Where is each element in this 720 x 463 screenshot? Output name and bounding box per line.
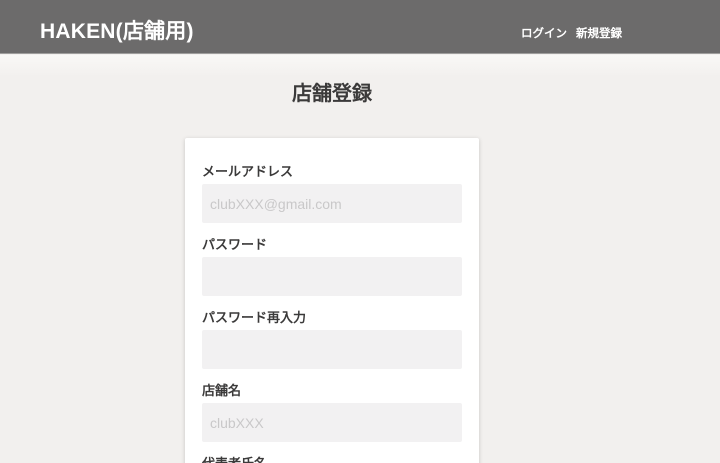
field-password: パスワード [202,237,462,296]
header-nav: ログイン 新規登録 [521,28,622,41]
password-input[interactable] [202,257,462,296]
field-password-confirm: パスワード再入力 [202,310,462,369]
nav-login-link[interactable]: ログイン [521,28,567,41]
field-representative-name: 代表者氏名 [202,456,462,463]
field-shop-name: 店舗名 [202,383,462,442]
page-title: 店舗登録 [292,83,372,105]
shop-name-input[interactable] [202,403,462,442]
field-email: メールアドレス [202,164,462,223]
password-confirm-label: パスワード再入力 [202,310,307,325]
representative-name-label: 代表者氏名 [202,456,462,463]
store-registration-form: メールアドレス パスワード パスワード再入力 店舗名 代表者氏名 [202,164,462,463]
registration-form-card: メールアドレス パスワード パスワード再入力 店舗名 代表者氏名 [185,138,479,463]
email-label: メールアドレス [202,164,294,179]
nav-signup-link[interactable]: 新規登録 [576,28,622,41]
email-input[interactable] [202,184,462,223]
app-header: HAKEN(店舗用) ログイン 新規登録 [0,0,720,54]
brand-title[interactable]: HAKEN(店舗用) [40,21,194,43]
main-content: 店舗登録 メールアドレス パスワード パスワード再入力 店舗名 代表者氏名 [0,55,720,463]
password-confirm-input[interactable] [202,330,462,369]
shop-name-label: 店舗名 [202,383,242,398]
password-label: パスワード [202,237,268,252]
